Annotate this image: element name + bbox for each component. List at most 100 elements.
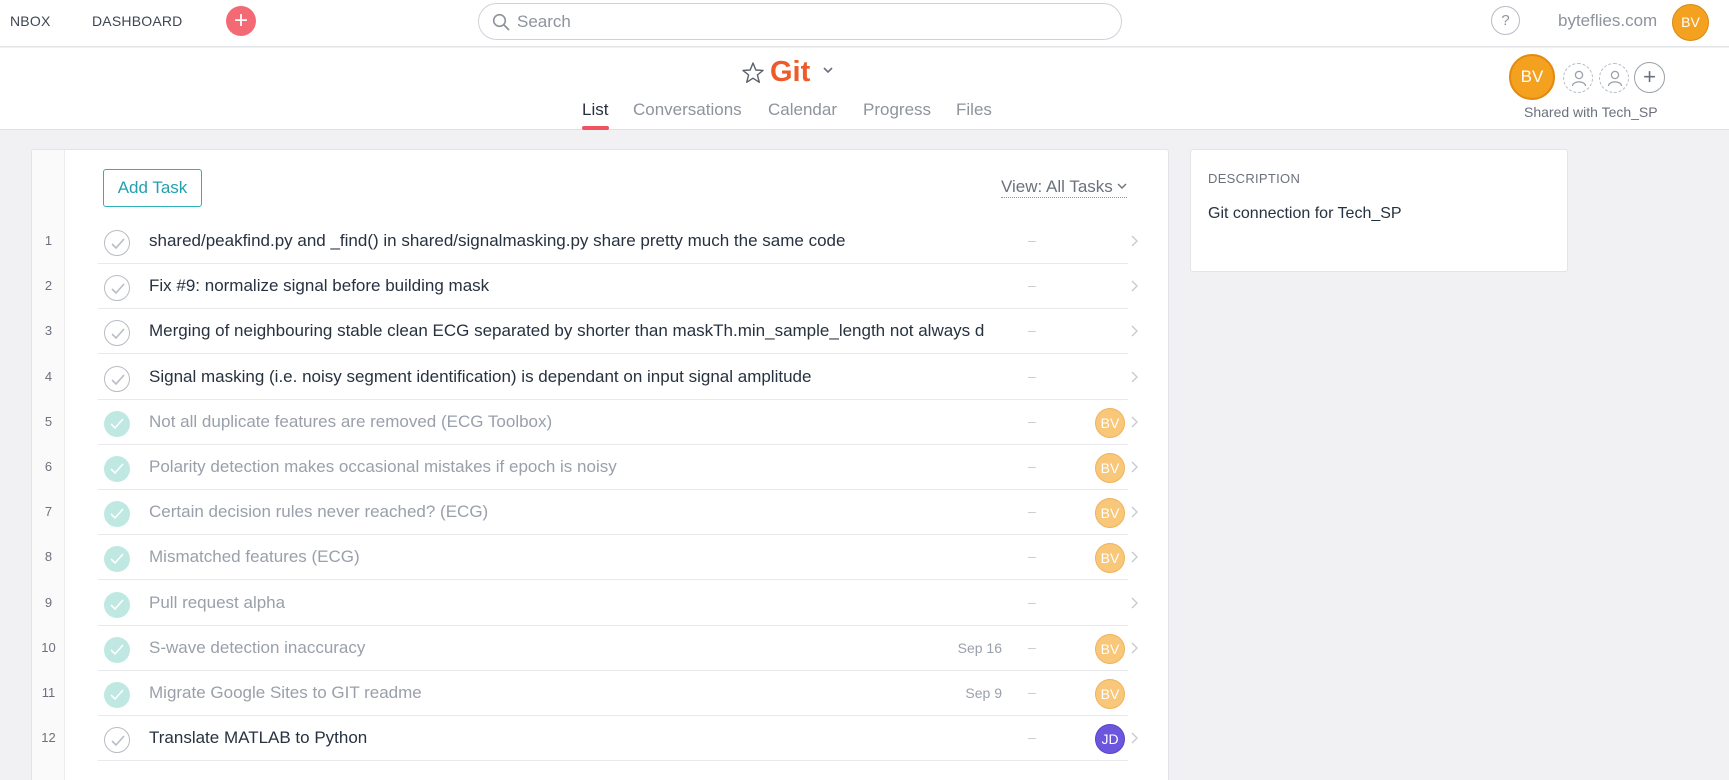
chevron-right-icon[interactable]: [1129, 731, 1139, 745]
task-title[interactable]: Polarity detection makes occasional mist…: [149, 457, 1044, 477]
task-title[interactable]: Mismatched features (ECG): [149, 547, 1044, 567]
project-title[interactable]: Git: [770, 56, 810, 89]
task-row[interactable]: 9 Pull request alpha –: [32, 581, 1168, 626]
task-time-placeholder[interactable]: –: [1028, 503, 1036, 519]
task-assignee-avatar[interactable]: BV: [1095, 679, 1125, 709]
task-row-number: 9: [44, 595, 53, 610]
task-row[interactable]: 12 Translate MATLAB to Python – JD: [32, 716, 1168, 761]
checkmark-icon: [110, 418, 124, 430]
task-assignee-avatar[interactable]: JD: [1095, 724, 1125, 754]
task-row[interactable]: 1 shared/peakfind.py and _find() in share…: [32, 219, 1168, 264]
task-row[interactable]: 11 Migrate Google Sites to GIT readme Sep …: [32, 671, 1168, 716]
task-time-placeholder[interactable]: –: [1028, 277, 1036, 293]
chevron-right-icon[interactable]: [1129, 641, 1139, 655]
chevron-down-icon[interactable]: [821, 63, 835, 77]
task-assignee-avatar[interactable]: BV: [1095, 543, 1125, 573]
task-complete-checkbox[interactable]: [104, 456, 130, 482]
task-time-placeholder[interactable]: –: [1028, 548, 1036, 564]
empty-member-slot[interactable]: [1563, 63, 1593, 93]
task-complete-checkbox[interactable]: [104, 501, 130, 527]
chevron-right-icon[interactable]: [1129, 550, 1139, 564]
user-avatar[interactable]: BV: [1672, 4, 1709, 41]
tab-progress[interactable]: Progress: [863, 100, 931, 120]
chevron-right-icon[interactable]: [1129, 596, 1139, 610]
checkmark-icon: [110, 644, 124, 656]
chevron-right-icon[interactable]: [1129, 324, 1139, 338]
task-assignee-avatar[interactable]: BV: [1095, 634, 1125, 664]
star-icon[interactable]: [740, 60, 766, 86]
task-row[interactable]: 2 Fix #9: normalize signal before buildin…: [32, 264, 1168, 309]
task-row[interactable]: 3 Merging of neighbouring stable clean EC…: [32, 309, 1168, 354]
task-row-number: 7: [44, 504, 53, 519]
user-icon: [1571, 70, 1587, 87]
task-complete-checkbox[interactable]: [104, 366, 130, 392]
nav-dashboard-link[interactable]: DASHBOARD: [92, 13, 182, 29]
chevron-down-icon: [1117, 183, 1127, 189]
task-time-placeholder[interactable]: –: [1028, 368, 1036, 384]
task-row[interactable]: 4 Signal masking (i.e. noisy segment iden…: [32, 355, 1168, 400]
task-complete-checkbox[interactable]: [104, 637, 130, 663]
checkmark-icon: [111, 238, 125, 250]
task-due-date[interactable]: Sep 16: [932, 640, 1002, 656]
tab-files[interactable]: Files: [956, 100, 992, 120]
task-assignee-avatar[interactable]: BV: [1095, 453, 1125, 483]
empty-member-slot[interactable]: [1599, 63, 1629, 93]
task-title[interactable]: Migrate Google Sites to GIT readme: [149, 683, 1044, 703]
tab-conversations[interactable]: Conversations: [633, 100, 742, 120]
task-title[interactable]: shared/peakfind.py and _find() in shared…: [149, 231, 1044, 251]
task-complete-checkbox[interactable]: [104, 682, 130, 708]
task-title[interactable]: Signal masking (i.e. noisy segment ident…: [149, 367, 1044, 387]
task-row[interactable]: 10 S-wave detection inaccuracy Sep 16 – BV: [32, 626, 1168, 671]
description-text[interactable]: Git connection for Tech_SP: [1208, 205, 1402, 223]
task-title[interactable]: Merging of neighbouring stable clean ECG…: [149, 321, 1044, 341]
help-icon[interactable]: ?: [1491, 6, 1520, 35]
task-title[interactable]: Fix #9: normalize signal before building…: [149, 276, 1044, 296]
nav-inbox-link[interactable]: NBOX: [10, 13, 50, 29]
description-card: DESCRIPTION Git connection for Tech_SP: [1190, 149, 1568, 272]
task-row[interactable]: 5 Not all duplicate features are removed …: [32, 400, 1168, 445]
task-row[interactable]: 8 Mismatched features (ECG) – BV: [32, 535, 1168, 580]
chevron-right-icon[interactable]: [1129, 234, 1139, 248]
plus-circle-icon[interactable]: +: [226, 6, 256, 36]
chevron-right-icon[interactable]: [1129, 279, 1139, 293]
task-assignee-avatar[interactable]: BV: [1095, 408, 1125, 438]
task-due-date[interactable]: Sep 9: [932, 685, 1002, 701]
task-time-placeholder[interactable]: –: [1028, 729, 1036, 745]
task-title[interactable]: Certain decision rules never reached? (E…: [149, 502, 1044, 522]
task-time-placeholder[interactable]: –: [1028, 322, 1036, 338]
task-time-placeholder[interactable]: –: [1028, 639, 1036, 655]
owner-avatar[interactable]: BV: [1509, 54, 1555, 100]
task-time-placeholder[interactable]: –: [1028, 684, 1036, 700]
add-task-button[interactable]: Add Task: [103, 169, 202, 207]
tab-list[interactable]: List: [582, 100, 608, 120]
chevron-right-icon[interactable]: [1129, 505, 1139, 519]
chevron-right-icon[interactable]: [1129, 415, 1139, 429]
task-row[interactable]: 6 Polarity detection makes occasional mis…: [32, 445, 1168, 490]
task-assignee-avatar[interactable]: BV: [1095, 498, 1125, 528]
search-input[interactable]: [517, 11, 1097, 33]
task-complete-checkbox[interactable]: [104, 320, 130, 346]
task-title[interactable]: S-wave detection inaccuracy: [149, 638, 1044, 658]
task-complete-checkbox[interactable]: [104, 592, 130, 618]
task-row[interactable]: 7 Certain decision rules never reached? (…: [32, 490, 1168, 535]
task-time-placeholder[interactable]: –: [1028, 232, 1036, 248]
task-complete-checkbox[interactable]: [104, 546, 130, 572]
view-filter-label: View: All Tasks: [1001, 177, 1113, 196]
add-member-icon[interactable]: +: [1634, 62, 1665, 93]
search-box[interactable]: [478, 3, 1122, 40]
task-title[interactable]: Translate MATLAB to Python: [149, 728, 1044, 748]
chevron-right-icon[interactable]: [1129, 370, 1139, 384]
task-complete-checkbox[interactable]: [104, 230, 130, 256]
task-title[interactable]: Not all duplicate features are removed (…: [149, 412, 1044, 432]
view-filter-dropdown[interactable]: View: All Tasks: [1001, 177, 1127, 198]
task-complete-checkbox[interactable]: [104, 411, 130, 437]
task-complete-checkbox[interactable]: [104, 275, 130, 301]
task-time-placeholder[interactable]: –: [1028, 413, 1036, 429]
task-time-placeholder[interactable]: –: [1028, 458, 1036, 474]
tab-calendar[interactable]: Calendar: [768, 100, 837, 120]
task-complete-checkbox[interactable]: [104, 727, 130, 753]
chevron-right-icon[interactable]: [1129, 460, 1139, 474]
task-time-placeholder[interactable]: –: [1028, 594, 1036, 610]
org-name[interactable]: byteflies.com: [1558, 11, 1657, 31]
task-title[interactable]: Pull request alpha: [149, 593, 1044, 613]
